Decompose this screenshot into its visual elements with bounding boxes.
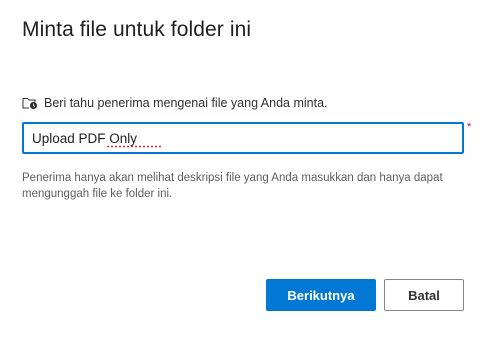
description-field[interactable] [22,122,464,154]
spellcheck-underline [106,145,162,148]
request-files-dialog: Minta file untuk folder ini Beri tahu pe… [0,0,488,343]
folder-clock-icon [22,96,38,110]
cancel-button[interactable]: Batal [384,279,464,311]
prompt-label: Beri tahu penerima mengenai file yang An… [44,96,328,110]
prompt-row: Beri tahu penerima mengenai file yang An… [22,96,328,110]
dialog-title: Minta file untuk folder ini [22,18,252,41]
required-marker: * [467,121,472,133]
help-text: Penerima hanya akan melihat deskripsi fi… [22,172,443,200]
description-input[interactable] [24,124,462,152]
next-button[interactable]: Berikutnya [266,279,376,311]
